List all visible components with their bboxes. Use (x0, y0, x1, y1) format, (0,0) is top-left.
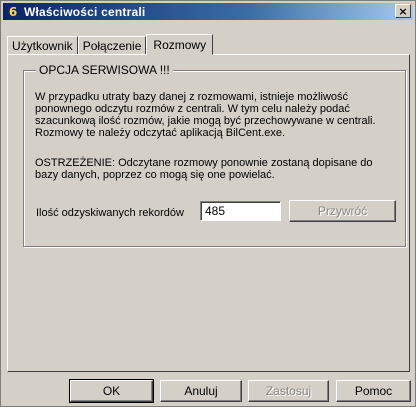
group-title: OPCJA SERWISOWA !!! (36, 63, 173, 77)
ok-button[interactable]: OK (69, 379, 154, 403)
properties-dialog: 6 Właściwości centrali × Użytkownik Połą… (0, 0, 416, 407)
close-button[interactable]: × (395, 4, 411, 18)
records-label: Ilość odzyskiwanych rekordów (36, 207, 184, 219)
title-bar[interactable]: 6 Właściwości centrali × (3, 3, 413, 20)
help-button[interactable]: Pomoc (336, 380, 411, 402)
cancel-button[interactable]: Anuluj (160, 380, 242, 402)
tab-strip: Użytkownik Połączenie Rozmowy (7, 33, 214, 55)
apply-button[interactable]: Zastosuj (248, 380, 329, 402)
info-paragraph: W przypadku utraty bazy danej z rozmowam… (35, 91, 376, 139)
tab-calls[interactable]: Rozmowy (146, 34, 214, 55)
recover-button[interactable]: Przywróć (289, 200, 396, 222)
app-icon: 6 (8, 4, 18, 19)
window-title: Właściwości centrali (24, 4, 146, 19)
tab-connection[interactable]: Połączenie (77, 36, 147, 54)
tab-user[interactable]: Użytkownik (7, 36, 78, 54)
warning-paragraph: OSTRZEŻENIE: Odczytane rozmowy ponownie … (35, 157, 373, 181)
records-input[interactable] (200, 201, 281, 221)
